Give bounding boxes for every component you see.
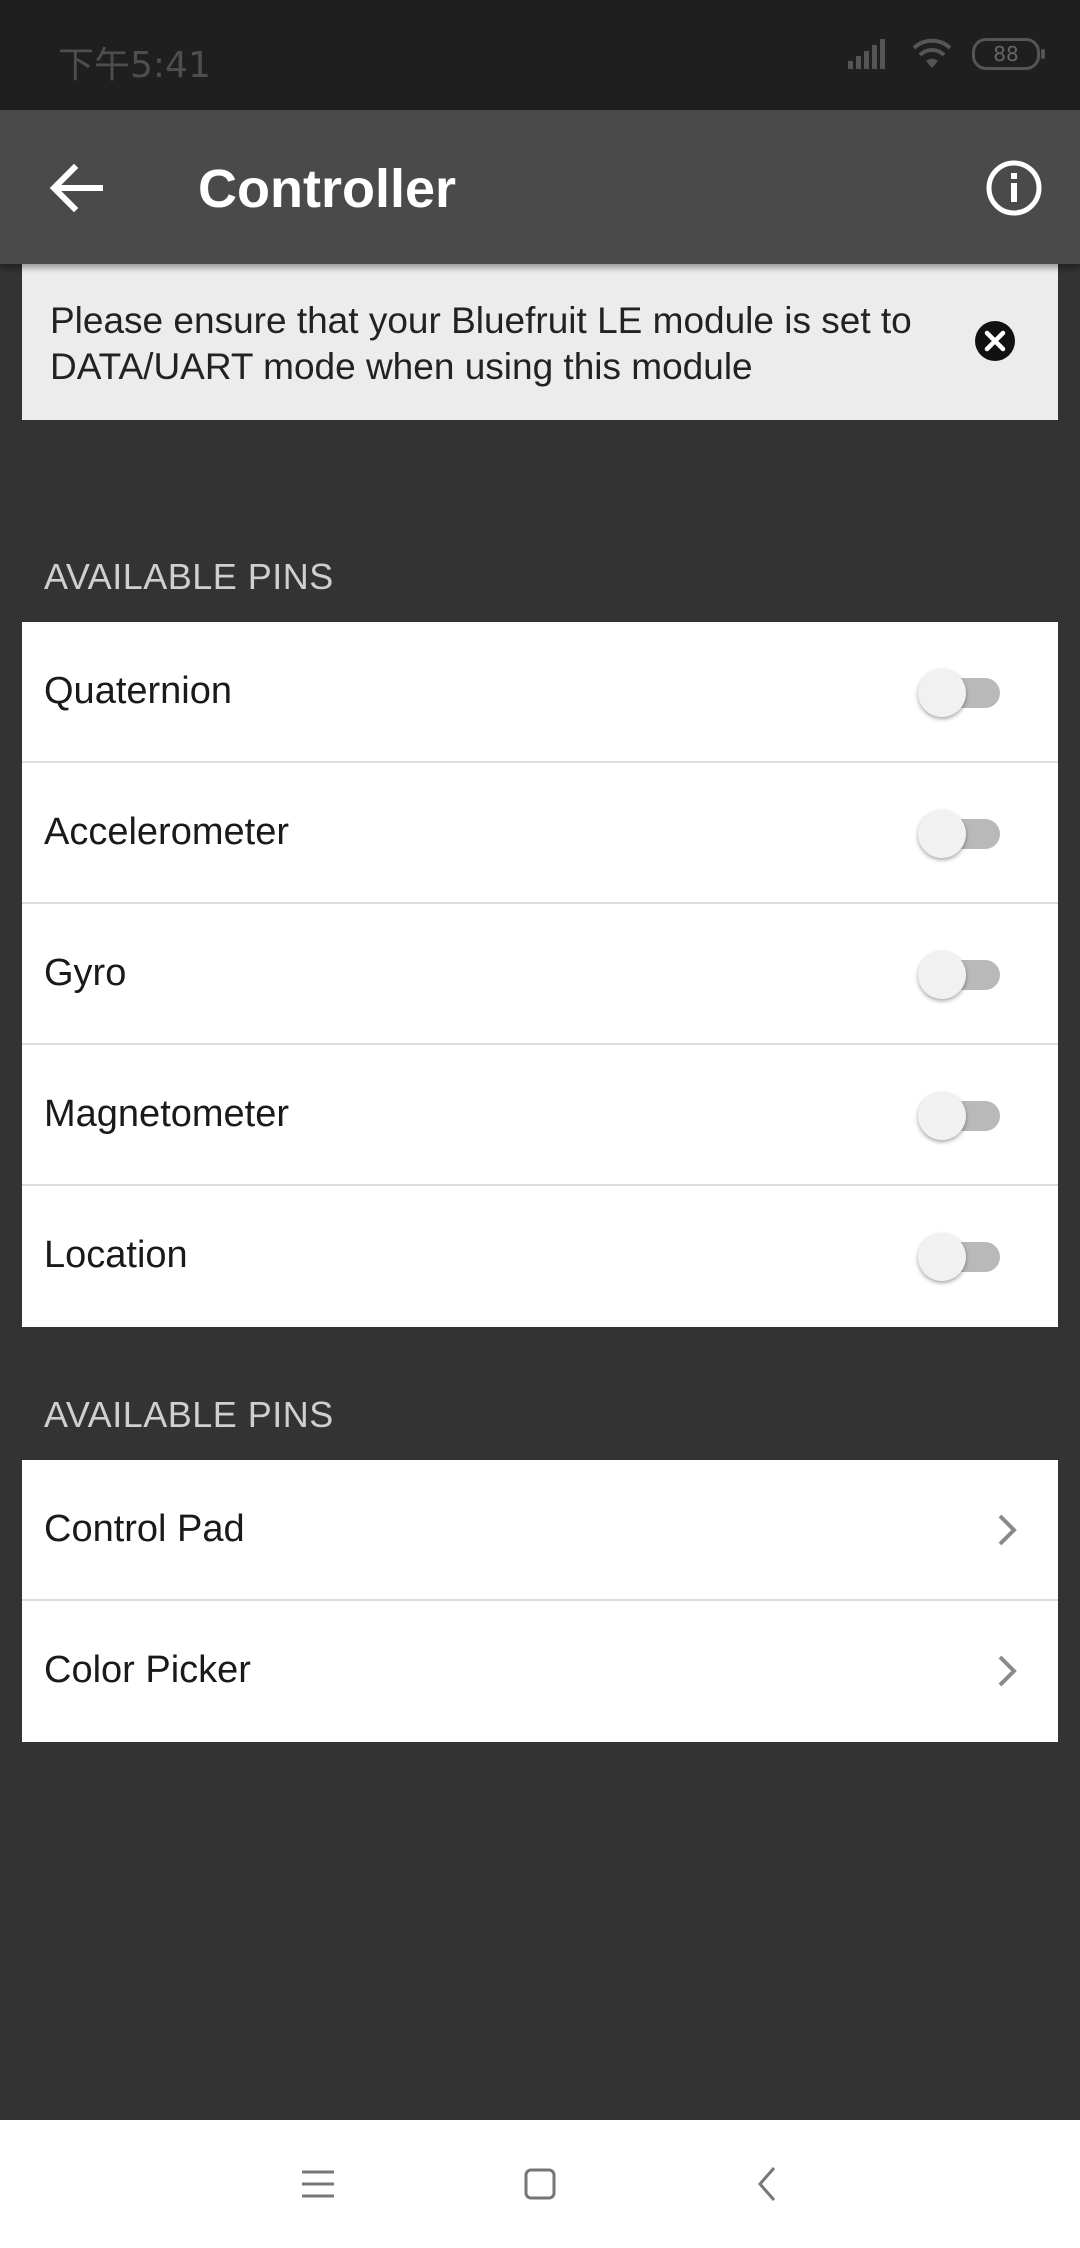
sensor-row-magnetometer[interactable]: Magnetometer <box>22 1045 1058 1186</box>
sensor-row-location[interactable]: Location <box>22 1186 1058 1327</box>
row-label: Color Picker <box>44 1649 251 1691</box>
battery-level: 88 <box>993 42 1019 66</box>
system-nav-bar <box>0 2120 1080 2248</box>
magnetometer-toggle[interactable] <box>918 1092 1006 1140</box>
row-label: Magnetometer <box>44 1093 290 1135</box>
chevron-right-icon <box>998 1655 1017 1687</box>
status-icons: 88 <box>848 38 1045 70</box>
toggle-thumb <box>918 1092 966 1140</box>
module-row-color-picker[interactable]: Color Picker <box>22 1601 1058 1742</box>
chevron-right-icon <box>998 1514 1017 1546</box>
home-square-icon[interactable] <box>516 2160 564 2208</box>
back-arrow-icon[interactable] <box>46 162 106 214</box>
sensor-list: Quaternion Accelerometer Gyro Magnetomet… <box>22 622 1058 1327</box>
status-time: 下午5:41 <box>58 45 211 86</box>
sensor-row-gyro[interactable]: Gyro <box>22 904 1058 1045</box>
location-toggle[interactable] <box>918 1233 1006 1281</box>
toggle-thumb <box>918 669 966 717</box>
warning-banner: Please ensure that your Bluefruit LE mod… <box>22 264 1058 420</box>
app-bar: Controller <box>0 110 1080 264</box>
row-label: Accelerometer <box>44 811 289 853</box>
row-label: Location <box>44 1234 188 1276</box>
wifi-icon <box>912 38 952 68</box>
row-label: Quaternion <box>44 670 233 712</box>
status-bar: 下午5:41 88 <box>0 0 1080 110</box>
signal-icon <box>848 39 885 69</box>
sensor-row-quaternion[interactable]: Quaternion <box>22 622 1058 763</box>
close-circle-icon[interactable] <box>974 320 1016 362</box>
banner-message: Please ensure that your Bluefruit LE mod… <box>50 300 912 387</box>
row-label: Gyro <box>44 952 127 994</box>
gyro-toggle[interactable] <box>918 951 1006 999</box>
section-header-sensors: AVAILABLE PINS <box>44 556 334 597</box>
module-list: Control Pad Color Picker <box>22 1460 1058 1742</box>
info-icon[interactable] <box>984 158 1044 218</box>
page-title: Controller <box>198 159 457 219</box>
back-chevron-icon[interactable] <box>744 2160 792 2208</box>
battery-icon: 88 <box>972 38 1045 70</box>
row-label: Control Pad <box>44 1508 245 1550</box>
sensor-row-accelerometer[interactable]: Accelerometer <box>22 763 1058 904</box>
module-row-control-pad[interactable]: Control Pad <box>22 1460 1058 1601</box>
menu-icon[interactable] <box>294 2160 342 2208</box>
quaternion-toggle[interactable] <box>918 669 1006 717</box>
toggle-thumb <box>918 810 966 858</box>
toggle-thumb <box>918 1233 966 1281</box>
section-header-modules: AVAILABLE PINS <box>44 1394 334 1435</box>
accelerometer-toggle[interactable] <box>918 810 1006 858</box>
toggle-thumb <box>918 951 966 999</box>
